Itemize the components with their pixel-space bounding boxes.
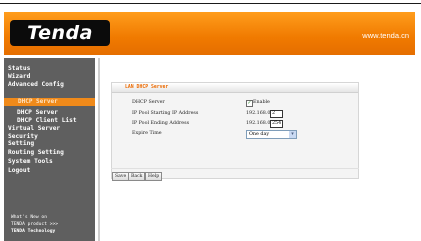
dhcp-settings-panel: LAN DHCP Server DHCP Server ✓ Enable IP … (111, 82, 359, 179)
back-button[interactable]: Back (128, 172, 146, 181)
expire-time-value: One day (249, 132, 270, 137)
sidebar-item-logout[interactable]: Logout (8, 167, 30, 174)
sidebar-subitem-dhcp-server[interactable]: DHCP Server (17, 109, 58, 116)
end-ip-prefix: 192.168.0. (246, 121, 272, 126)
start-ip-label: IP Pool Starting IP Address (132, 111, 199, 116)
button-divider (111, 168, 359, 169)
top-divider (0, 3, 421, 4)
sidebar-item-dhcp-server-active-label: DHCP Server (18, 98, 58, 105)
save-button[interactable]: Save (112, 172, 130, 181)
sidebar-footer-line-1: What's New on (11, 215, 47, 220)
start-ip-prefix: 192.168.0. (246, 111, 272, 116)
help-button[interactable]: Help (145, 172, 163, 181)
sidebar-item-advanced-config[interactable]: Advanced Config (8, 81, 64, 88)
start-ip-input[interactable]: 2 (270, 110, 283, 118)
tenda-logo: Tenda (10, 20, 110, 46)
sidebar-item-dhcp-server-active[interactable]: DHCP Server (4, 98, 95, 106)
sidebar-item-security[interactable]: Security (8, 133, 38, 140)
chevron-down-icon[interactable]: ▾ (289, 131, 296, 138)
expire-time-label: Expire Time (132, 131, 162, 136)
end-ip-label: IP Pool Ending Address (132, 121, 190, 126)
sidebar-subitem-dhcp-client-list[interactable]: DHCP Client List (17, 117, 77, 124)
sidebar: Status Wizard Advanced Config DHCP Serve… (4, 58, 95, 241)
sidebar-item-wizard[interactable]: Wizard (8, 73, 30, 80)
sidebar-item-routing-setting[interactable]: Routing Setting (8, 149, 64, 156)
end-ip-input[interactable]: 254 (270, 120, 283, 128)
enable-label: Enable (253, 100, 270, 105)
dhcp-server-label: DHCP Server (132, 100, 165, 105)
sidebar-item-setting[interactable]: Setting (8, 140, 34, 147)
panel-title: LAN DHCP Server (125, 85, 169, 90)
sidebar-footer-link[interactable]: TENDA product >>> (11, 222, 58, 228)
expire-time-select[interactable]: One day ▾ (246, 130, 297, 139)
main-content: LAN DHCP Server DHCP Server ✓ Enable IP … (98, 58, 417, 241)
sidebar-item-status[interactable]: Status (8, 65, 30, 72)
sidebar-footer-line-3: TENDA Technology (11, 229, 56, 234)
sidebar-item-system-tools[interactable]: System Tools (8, 158, 53, 165)
header-bar: Tenda www.tenda.cn (4, 12, 415, 55)
sidebar-item-virtual-server[interactable]: Virtual Server (8, 125, 60, 132)
enable-checkbox[interactable]: ✓ (246, 100, 253, 107)
panel-title-bar: LAN DHCP Server (112, 83, 358, 93)
website-link[interactable]: www.tenda.cn (362, 31, 409, 40)
